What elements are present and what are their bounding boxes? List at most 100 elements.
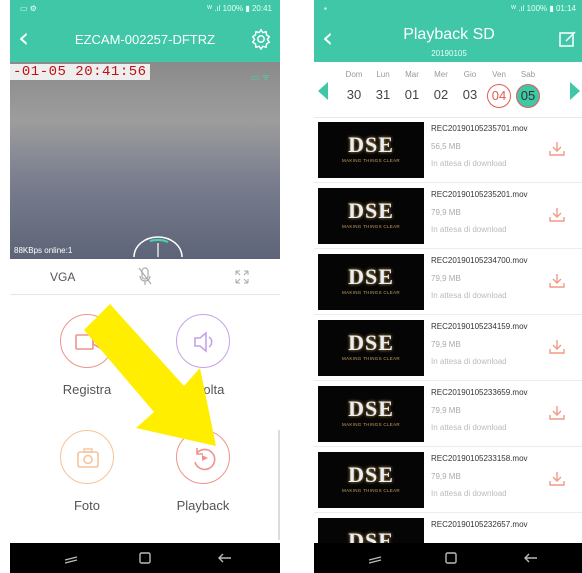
download-icon[interactable] xyxy=(548,140,566,158)
date-strip: Dom 30 Lun 31 Mar 01 Mer 02 Gio 03 Ven 04 Sab 05 xyxy=(314,62,582,118)
home-icon[interactable] xyxy=(442,549,460,567)
file-size: 56,5 MB xyxy=(431,142,461,151)
listen-button[interactable]: Ascolta xyxy=(148,314,258,424)
day-name: Dom xyxy=(345,70,363,79)
thumb-logo: DSE xyxy=(348,198,394,223)
photo-circle xyxy=(60,430,114,484)
speaker-icon xyxy=(194,331,213,353)
back-nav-icon[interactable] xyxy=(216,549,234,567)
video-thumbnail[interactable]: DSEMAKING THINGS CLEAR xyxy=(318,320,424,376)
status-bar: ▭ ⚙ ᵂ .ıl 100% ▮ 20:41 xyxy=(10,0,280,18)
recording-row[interactable]: DSE MAKING THINGS CLEAR REC20190105234700.… xyxy=(314,250,582,315)
download-status: In attesa di download xyxy=(431,357,507,366)
photo-label: Foto xyxy=(73,498,100,513)
camera-icon xyxy=(77,448,99,468)
record-label: Registra xyxy=(62,382,112,397)
back-nav-icon[interactable] xyxy=(522,549,540,567)
playback-label: Playback xyxy=(176,498,230,513)
video-thumbnail[interactable]: DSEMAKING THINGS CLEAR xyxy=(318,452,424,508)
home-icon[interactable] xyxy=(136,549,154,567)
file-size: 79,9 MB xyxy=(431,208,461,217)
day-name: Sab xyxy=(520,70,536,79)
page-subtitle: 20190105 xyxy=(431,49,467,58)
video-camera-icon xyxy=(75,334,101,350)
camera-title: EZCAM-002257-DFTRZ xyxy=(74,32,216,47)
download-icon[interactable] xyxy=(548,206,566,224)
recording-row[interactable]: DSE MAKING THINGS CLEAR REC20190105234159.… xyxy=(314,316,582,381)
bitrate-label: 88KBps online:1 xyxy=(14,246,73,255)
day-6[interactable]: Sab 05 xyxy=(514,70,542,108)
mic-mute-icon[interactable] xyxy=(138,267,152,287)
download-icon[interactable] xyxy=(548,338,566,356)
app-header: ‹ EZCAM-002257-DFTRZ xyxy=(10,18,280,62)
osd-timestamp: -01-05 20:41:56 xyxy=(10,64,150,80)
download-status: In attesa di download xyxy=(431,423,507,432)
gear-icon[interactable] xyxy=(250,28,272,50)
thumb-logo: DSE xyxy=(348,264,394,289)
replay-icon xyxy=(194,448,216,471)
ptz-gauge-icon[interactable] xyxy=(128,235,188,259)
recording-row[interactable]: DSE MAKING THINGS CLEAR REC20190105233158.… xyxy=(314,448,582,513)
day-1[interactable]: Lun 31 xyxy=(369,70,397,108)
download-icon[interactable] xyxy=(548,404,566,422)
thumb-tagline: MAKING THINGS CLEAR xyxy=(342,224,400,229)
day-number: 02 xyxy=(433,87,449,102)
resolution-button[interactable]: VGA xyxy=(50,270,75,284)
file-name: REC20190105234700.mov xyxy=(431,256,528,265)
record-circle xyxy=(60,314,114,368)
app-header: ‹ Playback SD 20190105 xyxy=(314,18,582,62)
day-2[interactable]: Mar 01 xyxy=(398,70,426,108)
video-thumbnail[interactable]: DSEMAKING THINGS CLEAR xyxy=(318,122,424,178)
file-name: REC20190105235701.mov xyxy=(431,124,528,133)
android-nav-bar xyxy=(10,543,280,573)
video-thumbnail[interactable]: DSEMAKING THINGS CLEAR xyxy=(318,188,424,244)
video-thumbnail[interactable]: DSEMAKING THINGS CLEAR xyxy=(318,386,424,442)
status-left: ▪ xyxy=(324,4,327,13)
file-size: 79,9 MB xyxy=(431,274,461,283)
photo-button[interactable]: Foto xyxy=(32,430,142,540)
prev-week-icon[interactable] xyxy=(318,82,328,100)
day-4[interactable]: Gio 03 xyxy=(456,70,484,108)
day-name: Mar xyxy=(405,70,419,79)
next-week-icon[interactable] xyxy=(570,82,580,100)
download-icon[interactable] xyxy=(548,470,566,488)
day-5[interactable]: Ven 04 xyxy=(485,70,513,108)
thumb-tagline: MAKING THINGS CLEAR xyxy=(342,356,400,361)
live-video[interactable]: -01-05 20:41:56 ▭ ᯤ 88KBps online:1 xyxy=(10,62,280,259)
recording-row[interactable]: DSE MAKING THINGS CLEAR REC20190105235201.… xyxy=(314,184,582,249)
day-number: 05 xyxy=(516,84,540,108)
thumb-tagline: MAKING THINGS CLEAR xyxy=(342,290,400,295)
day-name: Mer xyxy=(434,70,448,79)
day-name: Lun xyxy=(376,70,390,79)
recording-row[interactable]: DSE MAKING THINGS CLEAR REC20190105233659.… xyxy=(314,382,582,447)
status-bar: ▪ ᵂ .ıl 100% ▮ 01:14 xyxy=(314,0,582,18)
video-thumbnail[interactable]: DSEMAKING THINGS CLEAR xyxy=(318,254,424,310)
day-0[interactable]: Dom 30 xyxy=(340,70,368,108)
recents-icon[interactable] xyxy=(62,549,80,567)
file-size: 79,9 MB xyxy=(431,472,461,481)
file-name: REC20190105233158.mov xyxy=(431,454,528,463)
edit-icon[interactable] xyxy=(558,29,578,49)
thumb-tagline: MAKING THINGS CLEAR xyxy=(342,158,400,163)
day-3[interactable]: Mer 02 xyxy=(427,70,455,108)
day-number: 30 xyxy=(346,87,362,102)
live-view-screen: ▭ ⚙ ᵂ .ıl 100% ▮ 20:41 ‹ EZCAM-002257-DF… xyxy=(10,0,280,573)
recents-icon[interactable] xyxy=(366,549,384,567)
recording-row[interactable]: DSE MAKING THINGS CLEAR REC20190105235701.… xyxy=(314,118,582,183)
day-number: 03 xyxy=(462,87,478,102)
playback-button[interactable]: Playback xyxy=(148,430,258,540)
thumb-logo: DSE xyxy=(348,132,394,157)
download-status: In attesa di download xyxy=(431,225,507,234)
download-icon[interactable] xyxy=(548,272,566,290)
download-status: In attesa di download xyxy=(431,291,507,300)
listen-circle xyxy=(176,314,230,368)
thumb-logo: DSE xyxy=(348,396,394,421)
status-left: ▭ ⚙ xyxy=(20,4,37,13)
fullscreen-icon[interactable] xyxy=(234,267,250,287)
scroll-indicator xyxy=(278,430,280,540)
file-size: 79,9 MB xyxy=(431,340,461,349)
thumb-logo: DSE xyxy=(348,462,394,487)
file-name: REC20190105233659.mov xyxy=(431,388,528,397)
record-button[interactable]: Registra xyxy=(32,314,142,424)
file-size: 79,9 MB xyxy=(431,406,461,415)
